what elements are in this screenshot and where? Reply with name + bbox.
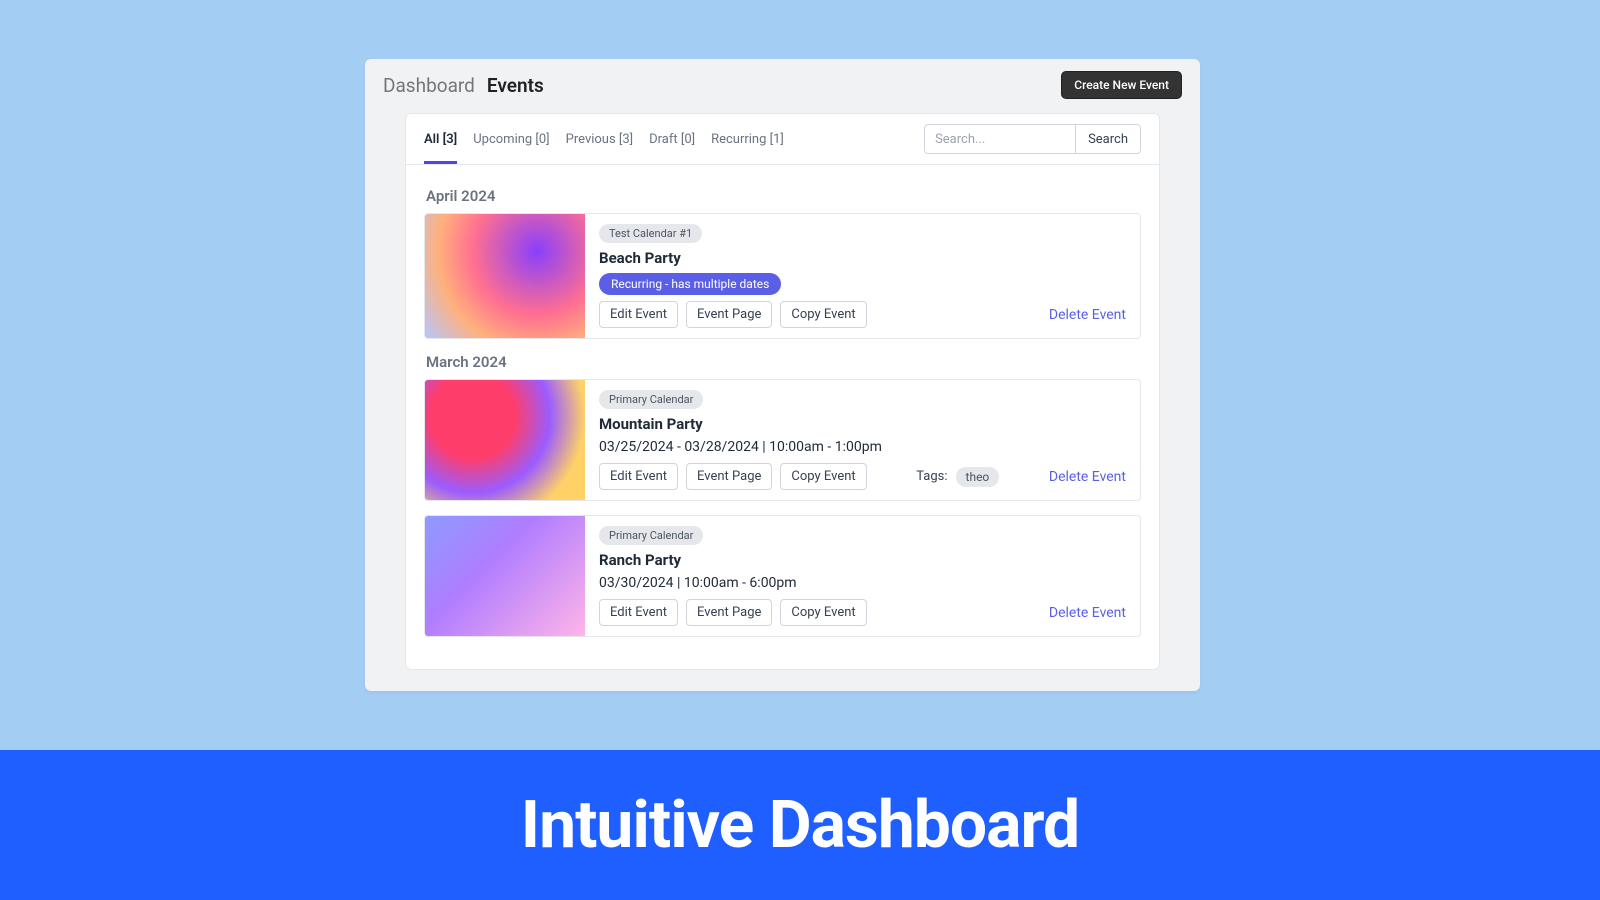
edit-event-button[interactable]: Edit Event xyxy=(599,301,678,328)
calendar-pill: Primary Calendar xyxy=(599,390,703,409)
event-card-ranch: Primary Calendar Ranch Party 03/30/2024 … xyxy=(424,515,1141,637)
event-thumbnail xyxy=(425,516,585,636)
calendar-pill: Primary Calendar xyxy=(599,526,703,545)
tags-wrap: Tags: theo xyxy=(916,467,999,487)
button-group: Edit Event Event Page Copy Event xyxy=(599,463,867,490)
event-page-button[interactable]: Event Page xyxy=(686,301,772,328)
delete-event-link[interactable]: Delete Event xyxy=(1049,469,1126,485)
recurring-badge: Recurring - has multiple dates xyxy=(599,273,781,295)
month-label-april: April 2024 xyxy=(426,187,1141,205)
event-page-button[interactable]: Event Page xyxy=(686,599,772,626)
copy-event-button[interactable]: Copy Event xyxy=(780,463,866,490)
tab-draft[interactable]: Draft [0] xyxy=(649,124,695,164)
edit-event-button[interactable]: Edit Event xyxy=(599,599,678,626)
tag-pill[interactable]: theo xyxy=(956,467,1000,487)
marketing-banner: Intuitive Dashboard xyxy=(0,750,1600,900)
event-title: Ranch Party xyxy=(599,551,1126,569)
event-thumbnail xyxy=(425,380,585,500)
event-actions-row: Edit Event Event Page Copy Event Delete … xyxy=(599,301,1126,328)
month-label-march: March 2024 xyxy=(426,353,1141,371)
tab-recurring[interactable]: Recurring [1] xyxy=(711,124,784,164)
app-window: Dashboard Events Create New Event All [3… xyxy=(365,59,1200,691)
delete-event-link[interactable]: Delete Event xyxy=(1049,605,1126,621)
event-title: Beach Party xyxy=(599,249,1126,267)
search-input[interactable] xyxy=(924,124,1076,154)
event-thumbnail xyxy=(425,214,585,338)
breadcrumb-events[interactable]: Events xyxy=(487,74,544,97)
tabs: All [3] Upcoming [0] Previous [3] Draft … xyxy=(424,124,784,164)
header-bar: Dashboard Events Create New Event xyxy=(365,59,1200,113)
events-panel: All [3] Upcoming [0] Previous [3] Draft … xyxy=(405,113,1160,670)
edit-event-button[interactable]: Edit Event xyxy=(599,463,678,490)
create-new-event-button[interactable]: Create New Event xyxy=(1061,71,1182,99)
event-page-button[interactable]: Event Page xyxy=(686,463,772,490)
tab-upcoming[interactable]: Upcoming [0] xyxy=(473,124,549,164)
event-body: Test Calendar #1 Beach Party Recurring -… xyxy=(585,214,1140,338)
event-datetime: 03/30/2024 | 10:00am - 6:00pm xyxy=(599,575,1126,591)
banner-title: Intuitive Dashboard xyxy=(521,787,1079,864)
event-datetime: 03/25/2024 - 03/28/2024 | 10:00am - 1:00… xyxy=(599,439,1126,455)
event-title: Mountain Party xyxy=(599,415,1126,433)
button-group: Edit Event Event Page Copy Event xyxy=(599,599,867,626)
breadcrumb: Dashboard Events xyxy=(383,74,544,97)
button-group: Edit Event Event Page Copy Event xyxy=(599,301,867,328)
breadcrumb-dashboard[interactable]: Dashboard xyxy=(383,74,475,97)
event-body: Primary Calendar Ranch Party 03/30/2024 … xyxy=(585,516,1140,636)
search-wrap: Search xyxy=(924,124,1141,154)
event-actions-row: Edit Event Event Page Copy Event Tags: t… xyxy=(599,463,1126,490)
panel-body: April 2024 Test Calendar #1 Beach Party … xyxy=(406,165,1159,669)
tab-previous[interactable]: Previous [3] xyxy=(566,124,633,164)
event-card-mountain: Primary Calendar Mountain Party 03/25/20… xyxy=(424,379,1141,501)
panel-top: All [3] Upcoming [0] Previous [3] Draft … xyxy=(406,114,1159,165)
copy-event-button[interactable]: Copy Event xyxy=(780,599,866,626)
tags-label: Tags: xyxy=(916,469,947,484)
delete-event-link[interactable]: Delete Event xyxy=(1049,307,1126,323)
search-button[interactable]: Search xyxy=(1076,124,1141,154)
calendar-pill: Test Calendar #1 xyxy=(599,224,702,243)
event-card-beach: Test Calendar #1 Beach Party Recurring -… xyxy=(424,213,1141,339)
tab-all[interactable]: All [3] xyxy=(424,124,457,164)
copy-event-button[interactable]: Copy Event xyxy=(780,301,866,328)
event-actions-row: Edit Event Event Page Copy Event Delete … xyxy=(599,599,1126,626)
event-body: Primary Calendar Mountain Party 03/25/20… xyxy=(585,380,1140,500)
